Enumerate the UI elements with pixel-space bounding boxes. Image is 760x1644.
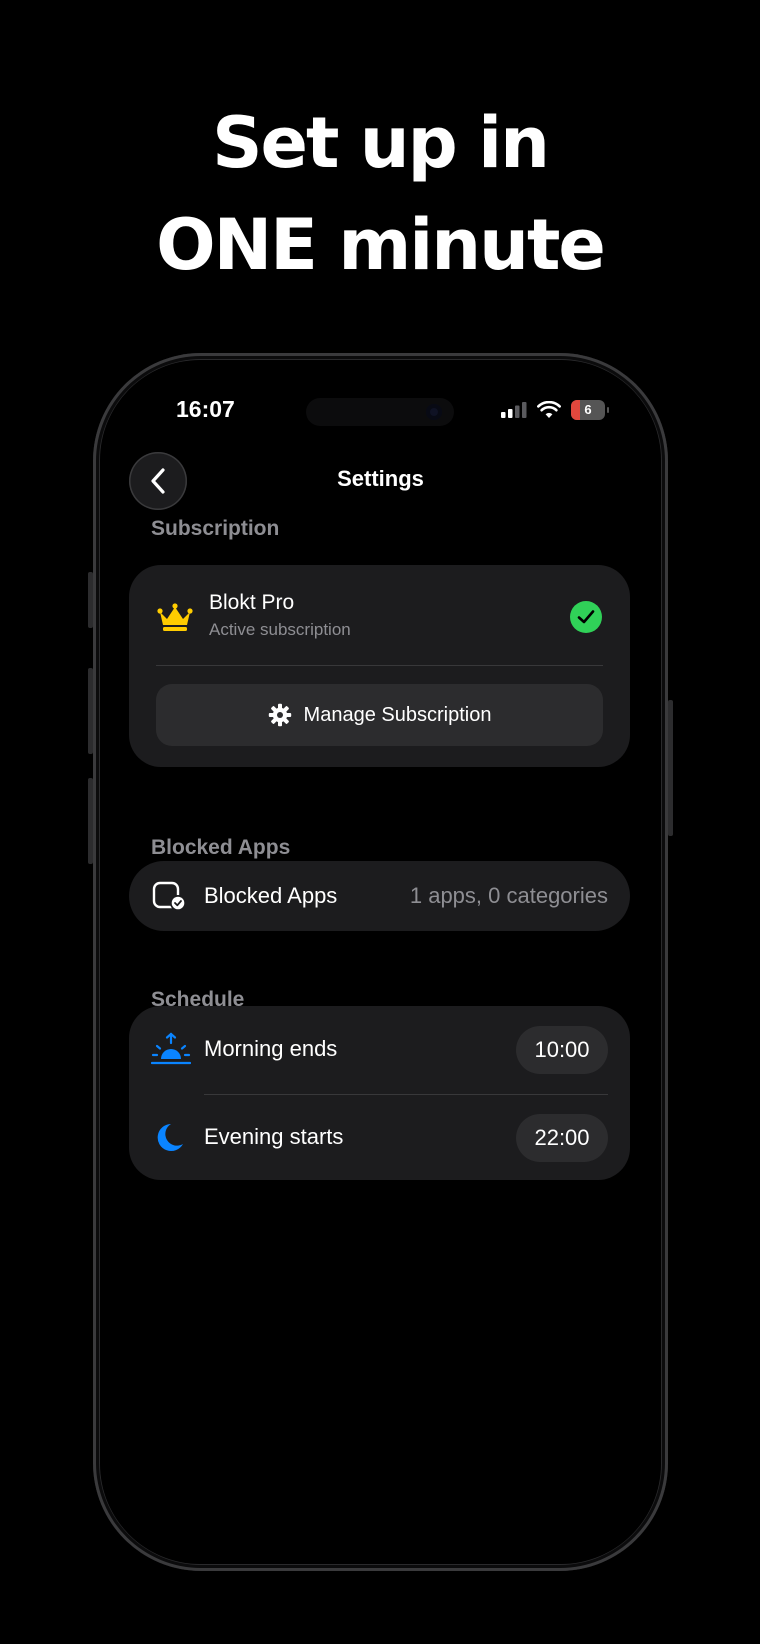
phone-screen: 16:07 6 Settings Subscription Blokt Pro …	[100, 360, 661, 1564]
checkmark-circle-icon	[570, 601, 602, 633]
manage-subscription-button[interactable]: Manage Subscription	[156, 684, 603, 746]
battery-icon: 6	[571, 400, 609, 420]
crown-icon	[157, 603, 193, 631]
blocked-apps-value: 1 apps, 0 categories	[409, 883, 608, 908]
manage-subscription-label: Manage Subscription	[303, 703, 492, 726]
battery-level: 6	[584, 402, 592, 417]
status-icons: 6	[501, 400, 609, 420]
schedule-row-label: Morning ends	[204, 1036, 338, 1061]
front-camera	[426, 404, 442, 420]
blocked-apps-section-label: Blocked Apps	[151, 836, 291, 859]
page-title: Settings	[337, 466, 424, 491]
status-time: 16:07	[176, 396, 235, 422]
evening-time-picker[interactable]: 22:00	[516, 1114, 608, 1162]
subscription-card: Blokt Pro Active subscription Manage Sub…	[129, 565, 630, 767]
wifi-icon	[537, 401, 561, 418]
headline-line-1: Set up in	[212, 102, 550, 184]
cellular-signal-icon	[501, 402, 527, 418]
subscription-section-label: Subscription	[151, 517, 280, 540]
sunrise-icon	[151, 1032, 191, 1065]
power-button	[668, 700, 673, 836]
headline-line-2: ONE minute	[156, 204, 606, 286]
app-check-icon	[152, 881, 186, 911]
gear-icon	[268, 703, 291, 727]
schedule-card: Morning ends 10:00 Evening starts 22:00	[129, 1006, 630, 1180]
schedule-row-label: Evening starts	[204, 1124, 344, 1149]
headline: Set up in ONE minute	[0, 92, 760, 296]
plan-name: Blokt Pro	[209, 591, 295, 614]
morning-time-picker[interactable]: 10:00	[516, 1026, 608, 1074]
schedule-divider	[204, 1094, 608, 1095]
subscription-status: Active subscription	[209, 620, 351, 639]
subscription-divider	[156, 665, 603, 666]
moon-icon	[157, 1124, 183, 1151]
blocked-apps-label: Blocked Apps	[204, 883, 338, 908]
blocked-apps-row[interactable]: Blocked Apps 1 apps, 0 categories	[129, 861, 630, 931]
